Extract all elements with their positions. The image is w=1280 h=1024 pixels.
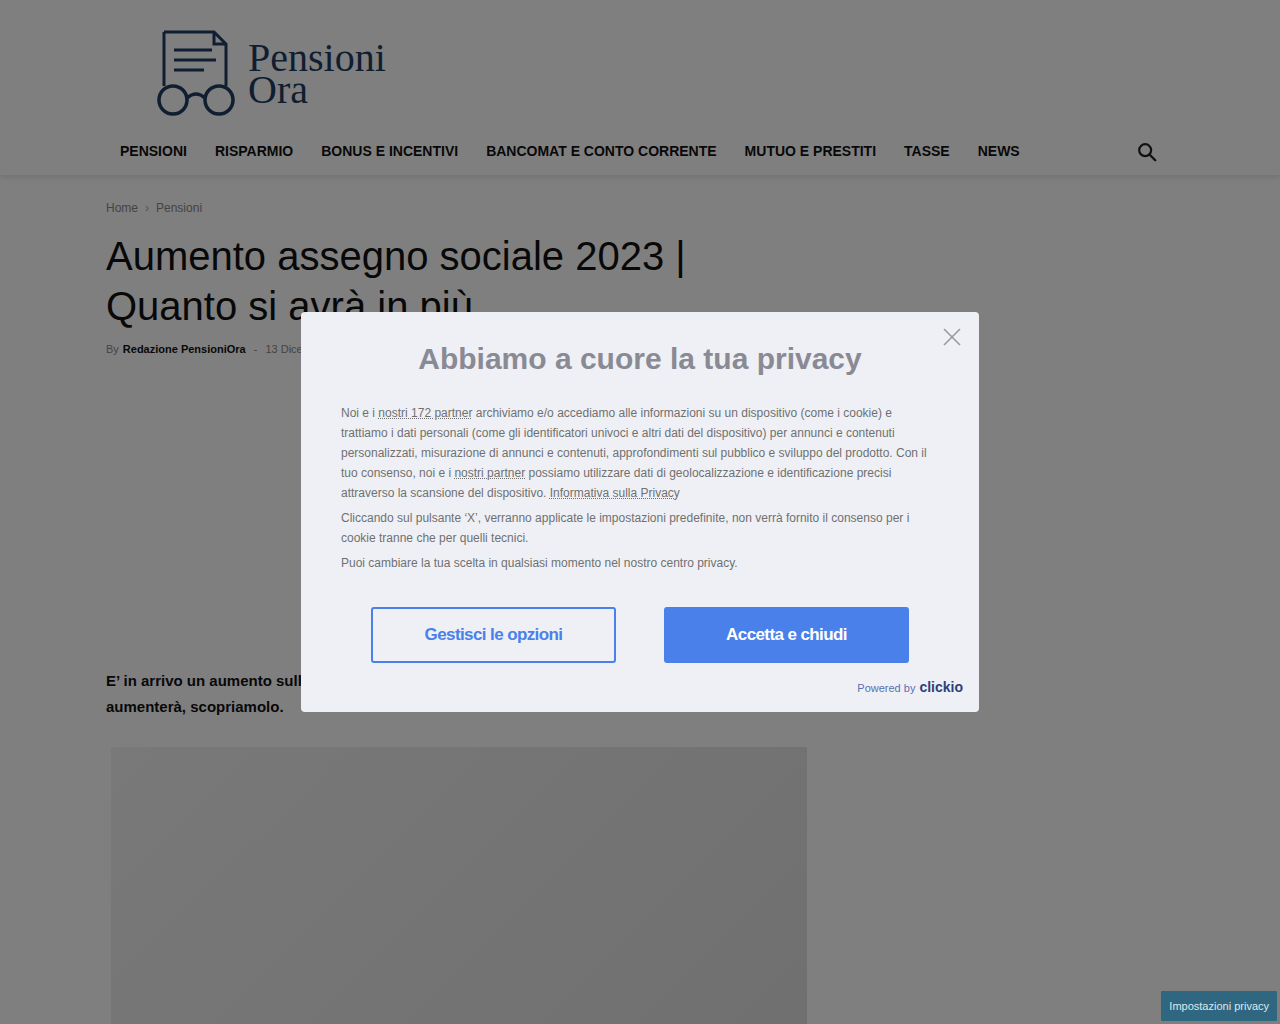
dialog-paragraph: Noi e i nostri 172 partner archiviamo e/… xyxy=(341,403,939,503)
paragraph-text: Noi e i xyxy=(341,406,378,420)
powered-by: Powered by clickio xyxy=(341,677,963,698)
privacy-settings-button[interactable]: Impostazioni privacy xyxy=(1161,991,1277,1022)
manage-options-button[interactable]: Gestisci le opzioni xyxy=(371,607,616,663)
brand-logo[interactable]: clickio xyxy=(919,679,963,695)
dialog-title: Abbiamo a cuore la tua privacy xyxy=(341,336,939,381)
consent-dialog: Abbiamo a cuore la tua privacy Noi e i no… xyxy=(301,312,979,712)
paragraph-text: Cliccando sul pulsante ‘X’, verranno app… xyxy=(341,511,909,545)
dialog-paragraph: Puoi cambiare la tua scelta in qualsiasi… xyxy=(341,553,939,573)
close-icon[interactable] xyxy=(941,326,963,348)
policy-link[interactable]: nostri partner xyxy=(454,466,525,480)
policy-link[interactable]: Informativa sulla Privacy xyxy=(550,486,680,500)
policy-link[interactable]: nostri 172 partner xyxy=(378,406,472,420)
modal-holder: Abbiamo a cuore la tua privacy Noi e i no… xyxy=(0,0,1280,1024)
paragraph-text: Puoi cambiare la tua scelta in qualsiasi… xyxy=(341,556,738,570)
powered-by-text: Powered by xyxy=(857,682,915,694)
dialog-buttons: Gestisci le opzioni Accetta e chiudi xyxy=(341,607,939,663)
dialog-paragraph: Cliccando sul pulsante ‘X’, verranno app… xyxy=(341,508,939,548)
accept-button[interactable]: Accetta e chiudi xyxy=(664,607,909,663)
